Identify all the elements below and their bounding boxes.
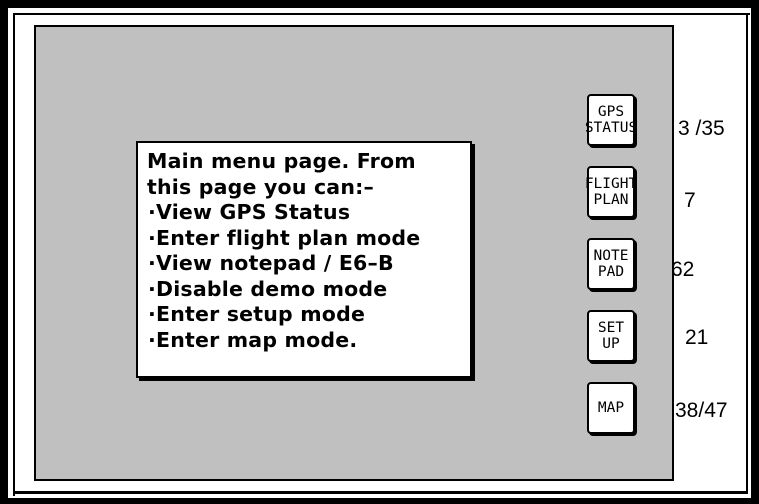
map-button-label-1: MAP — [597, 400, 625, 416]
gps-status-count: 3 /35 — [678, 117, 725, 140]
info-line: ·Enter setup mode — [148, 302, 366, 326]
setup-button-label-1: SET — [597, 320, 625, 336]
flight-plan-button-label-2: PLAN — [593, 192, 629, 208]
flight-plan-button-label-1: FLIGHT — [584, 176, 638, 192]
gps-status-button-label-2: STATUS — [584, 120, 638, 136]
info-line: ·Enter flight plan mode — [148, 225, 421, 250]
gps-status-button[interactable]: GPS STATUS — [584, 94, 638, 146]
info-line: ·Disable demo mode — [148, 276, 388, 301]
setup-count: 21 — [685, 326, 709, 349]
flight-plan-count: 7 — [684, 189, 696, 212]
frame-inner-border-bottom — [13, 491, 746, 494]
info-line: this page you can:– — [147, 174, 374, 199]
info-line: Main menu page. From — [147, 149, 416, 173]
gps-status-button-label-1: GPS — [597, 104, 625, 120]
map-count: 38/47 — [675, 399, 728, 422]
notepad-count: 62 — [671, 258, 695, 281]
notepad-button-label-1: NOTE — [593, 248, 629, 264]
main-menu-info-panel: Main menu page. From this page you can:–… — [136, 141, 472, 378]
notepad-button[interactable]: NOTE PAD — [587, 238, 635, 290]
flight-plan-button[interactable]: FLIGHT PLAN — [584, 166, 638, 218]
setup-button[interactable]: SET UP — [587, 310, 635, 362]
frame-inner-border-right — [746, 13, 748, 494]
setup-button-label-2: UP — [602, 336, 620, 352]
info-line: ·View GPS Status — [148, 200, 351, 224]
info-line: ·Enter map mode. — [148, 327, 358, 352]
map-button[interactable]: MAP — [587, 382, 635, 434]
info-line: ·View notepad / E6–B — [148, 251, 394, 275]
notepad-button-label-2: PAD — [597, 264, 625, 280]
